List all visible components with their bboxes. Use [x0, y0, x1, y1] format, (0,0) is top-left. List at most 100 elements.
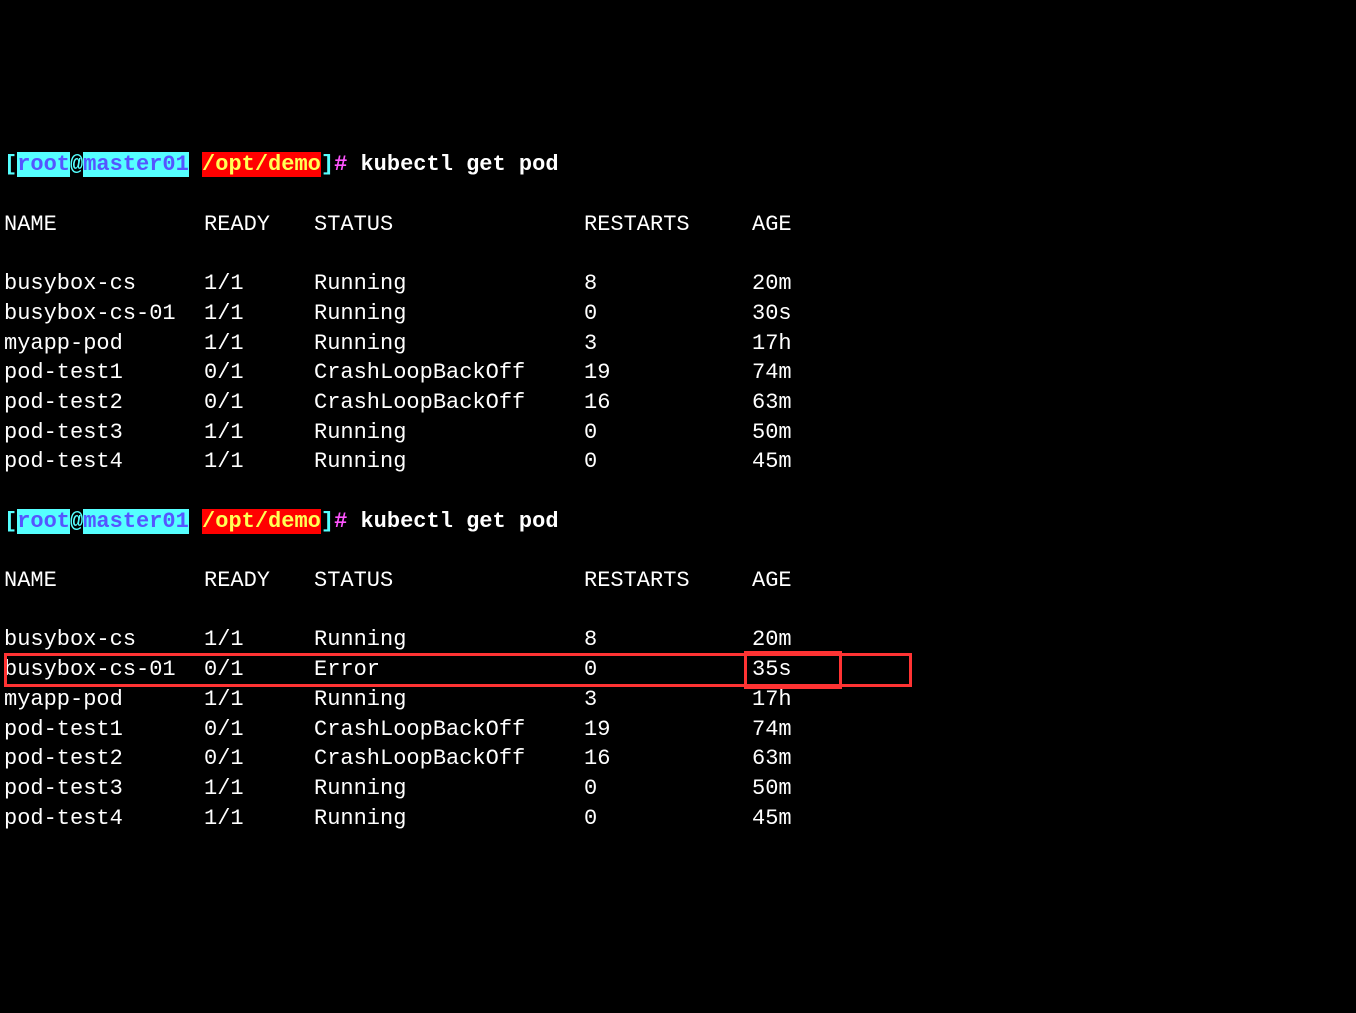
command-text: kubectl get pod — [347, 152, 558, 177]
header-ready: READY — [204, 210, 314, 240]
cell-name: pod-test4 — [4, 447, 204, 477]
cell-name: pod-test3 — [4, 418, 204, 448]
cell-name: myapp-pod — [4, 685, 204, 715]
terminal-output: [root@master01 /opt/demo]# kubectl get p… — [4, 121, 1352, 863]
cell-age: 63m — [752, 388, 852, 418]
prompt-hash: # — [334, 509, 347, 534]
header-age: AGE — [752, 210, 852, 240]
table-row: pod-test10/1CrashLoopBackOff1974m — [4, 358, 1352, 388]
cell-age: 30s — [752, 299, 852, 329]
cell-age: 20m — [752, 269, 852, 299]
cell-ready: 0/1 — [204, 744, 314, 774]
header-name: NAME — [4, 566, 204, 596]
cell-name: pod-test2 — [4, 388, 204, 418]
prompt-path: /opt/demo — [202, 509, 321, 534]
cell-restarts: 8 — [584, 625, 752, 655]
cell-status: Running — [314, 329, 584, 359]
cell-ready: 0/1 — [204, 358, 314, 388]
prompt-bracket-open: [ — [4, 152, 17, 177]
cell-ready: 1/1 — [204, 329, 314, 359]
cell-age: 45m — [752, 804, 852, 834]
cell-status: CrashLoopBackOff — [314, 358, 584, 388]
header-ready: READY — [204, 566, 314, 596]
cell-name: pod-test3 — [4, 774, 204, 804]
cell-ready: 1/1 — [204, 625, 314, 655]
cell-ready: 0/1 — [204, 715, 314, 745]
cell-age: 50m — [752, 418, 852, 448]
table-row: pod-test41/1Running045m — [4, 804, 1352, 834]
table-row: busybox-cs1/1Running820m — [4, 269, 1352, 299]
cell-status: CrashLoopBackOff — [314, 715, 584, 745]
cell-name: pod-test1 — [4, 715, 204, 745]
cell-ready: 1/1 — [204, 299, 314, 329]
table-row: busybox-cs-010/1Error035s — [4, 655, 1352, 685]
table-row: pod-test31/1Running050m — [4, 774, 1352, 804]
header-status: STATUS — [314, 210, 584, 240]
cell-age: 17h — [752, 329, 852, 359]
cell-status: Error — [314, 655, 584, 685]
cell-restarts: 3 — [584, 329, 752, 359]
prompt-user: root — [17, 152, 70, 177]
cell-ready: 1/1 — [204, 269, 314, 299]
header-restarts: RESTARTS — [584, 566, 752, 596]
prompt-user: root — [17, 509, 70, 534]
table-row: pod-test31/1Running050m — [4, 418, 1352, 448]
prompt-host: master01 — [83, 509, 189, 534]
prompt-line-2[interactable]: [root@master01 /opt/demo]# kubectl get p… — [4, 507, 1352, 537]
cell-age: 17h — [752, 685, 852, 715]
cell-restarts: 0 — [584, 299, 752, 329]
cell-ready: 1/1 — [204, 804, 314, 834]
cell-status: Running — [314, 418, 584, 448]
prompt-at: @ — [70, 152, 83, 177]
table-row: pod-test20/1CrashLoopBackOff1663m — [4, 388, 1352, 418]
cell-restarts: 0 — [584, 774, 752, 804]
cell-restarts: 19 — [584, 715, 752, 745]
table-row: busybox-cs1/1Running820m — [4, 625, 1352, 655]
cell-ready: 1/1 — [204, 774, 314, 804]
table-row: pod-test10/1CrashLoopBackOff1974m — [4, 715, 1352, 745]
header-restarts: RESTARTS — [584, 210, 752, 240]
prompt-space — [189, 509, 202, 534]
cell-restarts: 8 — [584, 269, 752, 299]
cell-ready: 0/1 — [204, 388, 314, 418]
prompt-hash: # — [334, 152, 347, 177]
cell-restarts: 0 — [584, 655, 752, 685]
cell-name: busybox-cs — [4, 625, 204, 655]
prompt-line-1[interactable]: [root@master01 /opt/demo]# kubectl get p… — [4, 150, 1352, 180]
cell-restarts: 16 — [584, 388, 752, 418]
cell-ready: 1/1 — [204, 418, 314, 448]
cell-name: pod-test2 — [4, 744, 204, 774]
cell-ready: 1/1 — [204, 685, 314, 715]
table-row: busybox-cs-011/1Running030s — [4, 299, 1352, 329]
cell-restarts: 0 — [584, 447, 752, 477]
cell-name: myapp-pod — [4, 329, 204, 359]
cell-status: Running — [314, 774, 584, 804]
cell-age: 63m — [752, 744, 852, 774]
table-row: pod-test20/1CrashLoopBackOff1663m — [4, 744, 1352, 774]
cell-status: Running — [314, 804, 584, 834]
prompt-bracket-open: [ — [4, 509, 17, 534]
prompt-bracket-close: ] — [321, 509, 334, 534]
cell-age: 45m — [752, 447, 852, 477]
cell-status: Running — [314, 685, 584, 715]
table-row: myapp-pod1/1Running317h — [4, 329, 1352, 359]
cell-restarts: 16 — [584, 744, 752, 774]
table-header: NAMEREADYSTATUSRESTARTSAGE — [4, 566, 1352, 596]
table-row: pod-test41/1Running045m — [4, 447, 1352, 477]
command-text: kubectl get pod — [347, 509, 558, 534]
cell-name: busybox-cs-01 — [4, 299, 204, 329]
table-header: NAMEREADYSTATUSRESTARTSAGE — [4, 210, 1352, 240]
cell-age: 35s — [752, 655, 852, 685]
cell-status: Running — [314, 447, 584, 477]
cell-restarts: 3 — [584, 685, 752, 715]
prompt-host: master01 — [83, 152, 189, 177]
cell-status: CrashLoopBackOff — [314, 744, 584, 774]
cell-status: Running — [314, 299, 584, 329]
cell-age: 74m — [752, 715, 852, 745]
cell-status: Running — [314, 269, 584, 299]
cell-status: Running — [314, 625, 584, 655]
cell-age: 74m — [752, 358, 852, 388]
prompt-path: /opt/demo — [202, 152, 321, 177]
prompt-bracket-close: ] — [321, 152, 334, 177]
header-status: STATUS — [314, 566, 584, 596]
